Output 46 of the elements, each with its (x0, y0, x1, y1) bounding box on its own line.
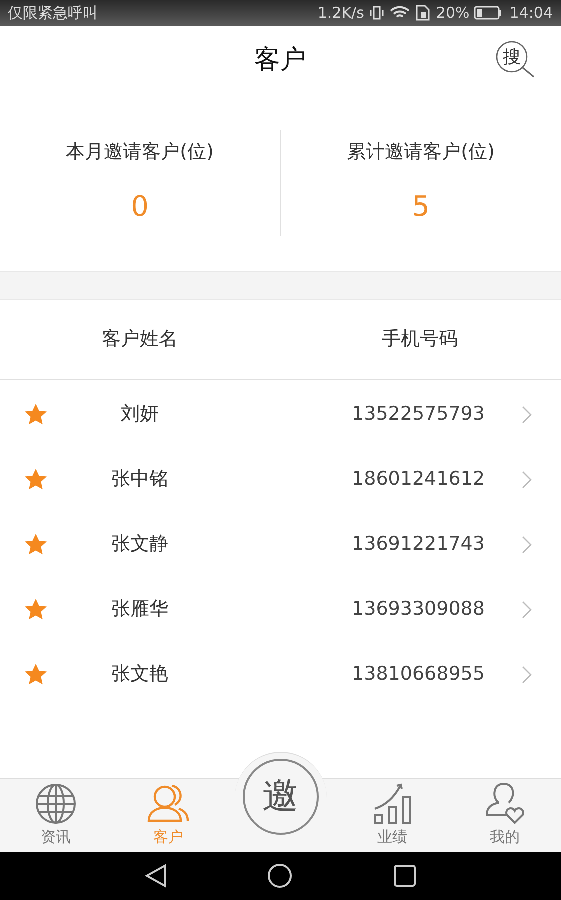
stat-value: 5 (412, 189, 430, 226)
phone-number: 13522575793 (352, 402, 485, 428)
nav-tab[interactable]: 业绩 (336, 779, 449, 852)
stat-label: 本月邀请客户(位) (66, 140, 214, 165)
phone-number: 13810668955 (352, 662, 485, 688)
wifi-icon (390, 6, 410, 20)
back-icon[interactable] (144, 864, 166, 888)
chevron-right-icon (521, 600, 533, 620)
customer-name: 张中铭 (110, 467, 170, 492)
sim-icon (416, 5, 430, 21)
customer-row[interactable]: 张文艳 13810668955 (0, 642, 561, 707)
column-header: 手机号码 (381, 327, 459, 352)
chevron-right-icon (521, 404, 533, 424)
stat-value: 0 (131, 189, 149, 226)
customer-row[interactable]: 刘妍 13522575793 (0, 382, 561, 447)
stat-label: 累计邀请客户(位) (347, 140, 495, 165)
home-icon[interactable] (266, 863, 292, 889)
person-heart-icon (484, 782, 525, 825)
clock-text: 14:04 (510, 2, 553, 24)
chevron-right-icon (521, 664, 533, 684)
battery-percent: 20% (436, 2, 470, 24)
chevron-right-icon (521, 470, 533, 490)
customer-row[interactable]: 张文静 13691221743 (0, 512, 561, 577)
customer-name: 张文静 (110, 532, 170, 558)
phone-number: 13693309088 (352, 597, 485, 622)
nav-tab[interactable]: 我的 (448, 779, 561, 852)
bar-chart-icon (372, 782, 413, 825)
customer-name: 张文艳 (110, 662, 170, 688)
page-title: 客户 (254, 44, 306, 77)
battery-icon (474, 6, 502, 20)
carrier-text: 仅限紧急呼叫 (8, 2, 98, 24)
phone-number: 18601241612 (352, 467, 485, 492)
network-speed: 1.2K/s (318, 2, 364, 24)
chevron-right-icon (521, 534, 533, 554)
recents-icon[interactable] (392, 864, 416, 888)
phone-number: 13691221743 (352, 532, 485, 558)
people-icon (146, 782, 190, 825)
customer-row[interactable]: 张中铭 18601241612 (0, 447, 561, 512)
customer-name: 张雁华 (110, 597, 170, 622)
customer-name: 刘妍 (120, 402, 160, 428)
column-header: 客户姓名 (101, 327, 179, 352)
nav-tab[interactable]: 资讯 (0, 779, 112, 852)
customer-row[interactable]: 张雁华 13693309088 (0, 577, 561, 642)
globe-icon (35, 782, 78, 825)
invite-button[interactable]: 邀 (242, 759, 318, 835)
vibrate-icon (370, 5, 384, 21)
